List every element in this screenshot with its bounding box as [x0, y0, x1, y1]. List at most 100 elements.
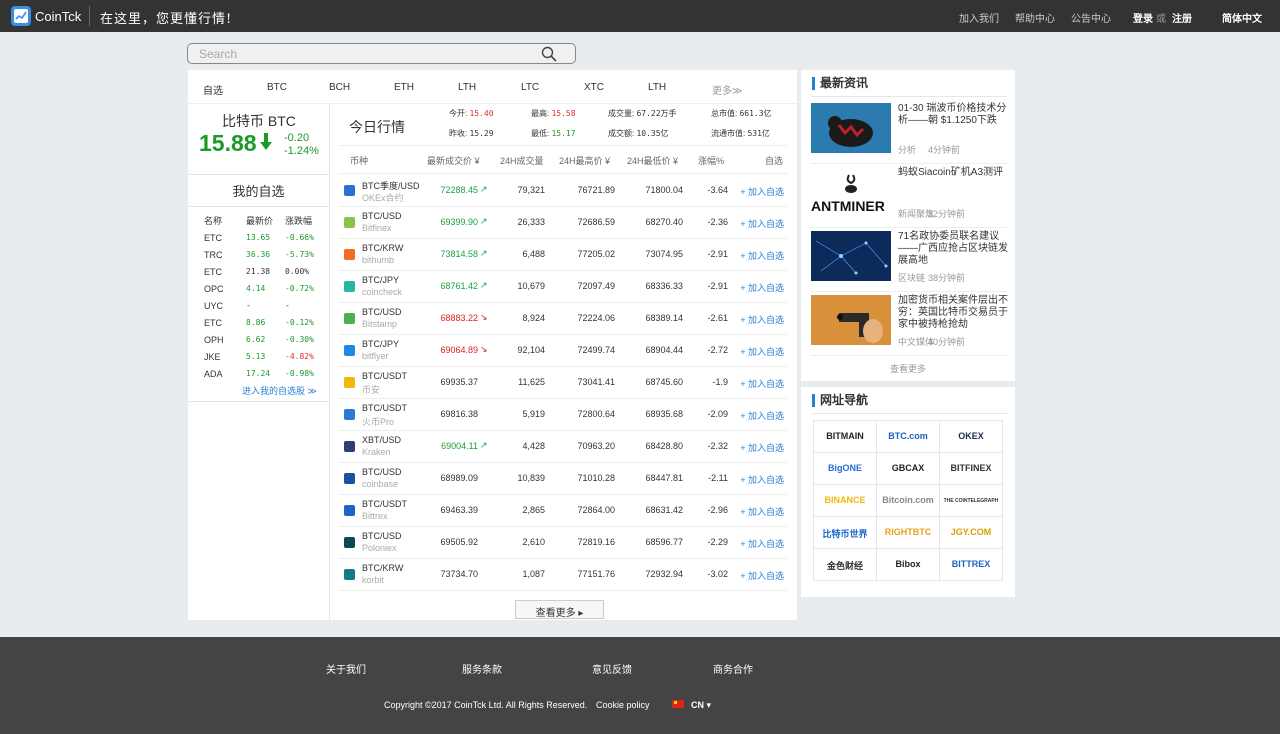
th-high[interactable]: 24H最高价 ¥ [559, 154, 610, 167]
tab-lth[interactable]: LTH [458, 82, 476, 93]
market-row[interactable]: BTC/USD Bitfinex 69399.90 ↗ 26,333 72686.59 68… [338, 207, 788, 239]
add-favorite-button[interactable]: + 加入自选 [740, 185, 784, 198]
trading-pair[interactable]: BTC/USD [362, 307, 402, 317]
footer-feedback-link[interactable]: 意见反馈 [592, 661, 632, 676]
th-low[interactable]: 24H最低价 ¥ [627, 154, 678, 167]
my-watchlist-link[interactable]: 进入我的自选股 ≫ [242, 384, 317, 397]
trading-pair[interactable]: BTC/USD [362, 211, 402, 221]
watch-row[interactable]: ETC 13.65 -0.66% [188, 233, 329, 250]
footer-language-select[interactable]: CN ▾ [691, 700, 711, 711]
trading-pair[interactable]: BTC/USDT [362, 499, 407, 509]
tab-eth[interactable]: ETH [394, 82, 414, 93]
tab-ltc[interactable]: LTC [521, 82, 539, 93]
market-row[interactable]: BTC/USD Poloniex 69505.92 2,610 72819.16 6859… [338, 527, 788, 559]
search-input[interactable]: Search [199, 47, 237, 61]
watch-row[interactable]: ETC 8.86 -0.12% [188, 318, 329, 335]
tab-lth-2[interactable]: LTH [648, 82, 666, 93]
add-favorite-button[interactable]: + 加入自选 [740, 505, 784, 518]
cookie-policy-link[interactable]: Cookie policy [596, 700, 650, 710]
market-row[interactable]: XBT/USD Kraken 69004.11 ↗ 4,428 70963.20 68428… [338, 431, 788, 463]
footer-terms-link[interactable]: 服务条款 [462, 661, 502, 676]
exchange-site-link[interactable]: THE COINTELEGRAPH [940, 485, 1003, 517]
trading-pair[interactable]: XBT/USD [362, 435, 401, 445]
exchange-site-link[interactable]: BINANCE [814, 485, 877, 517]
exchange-site-link[interactable]: RIGHTBTC [877, 517, 940, 549]
add-favorite-button[interactable]: + 加入自选 [740, 409, 784, 422]
search-bar[interactable]: Search [187, 43, 576, 64]
market-row[interactable]: BTC/USDT Bittrex 69463.39 2,865 72864.00 6863… [338, 495, 788, 527]
news-more-link[interactable]: 查看更多 [801, 362, 1015, 375]
footer-about-link[interactable]: 关于我们 [326, 661, 366, 676]
exchange-site-link[interactable]: Bibox [877, 549, 940, 581]
market-row[interactable]: BTC/JPY bitflyer 69064.89 ↘ 92,104 72499.74 68… [338, 335, 788, 367]
tab-more[interactable]: 更多≫ [712, 82, 742, 97]
trading-pair[interactable]: BTC/USDT [362, 371, 407, 381]
th-last-price[interactable]: 最新成交价 ¥ [427, 154, 480, 167]
watch-row[interactable]: OPH 6.62 -0.30% [188, 335, 329, 352]
watch-row[interactable]: JKE 5.13 -4.82% [188, 352, 329, 369]
exchange-site-link[interactable]: GBCAX [877, 453, 940, 485]
watch-row[interactable]: TRC 36.36 -5.73% [188, 250, 329, 267]
add-favorite-button[interactable]: + 加入自选 [740, 281, 784, 294]
add-favorite-button[interactable]: + 加入自选 [740, 377, 784, 390]
exchange-site-link[interactable]: BigONE [814, 453, 877, 485]
exchange-site-link[interactable]: 金色财经 [814, 549, 877, 581]
add-favorite-button[interactable]: + 加入自选 [740, 537, 784, 550]
nav-announcements[interactable]: 公告中心 [1071, 10, 1111, 25]
market-row[interactable]: BTC/KRW korbit 73734.70 1,087 77151.76 72932.… [338, 559, 788, 591]
news-headline[interactable]: 71名政协委员联名建议——广西应抢占区块链发展高地 [898, 231, 1008, 267]
th-volume[interactable]: 24H成交量 [500, 154, 544, 167]
tab-bch[interactable]: BCH [329, 82, 350, 93]
market-row[interactable]: BTC/USDT 火币Pro 69816.38 5,919 72800.64 68935.… [338, 399, 788, 431]
market-row[interactable]: BTC/USD coinbase 68989.09 10,839 71010.28 684… [338, 463, 788, 495]
th-change[interactable]: 涨幅% [698, 154, 724, 167]
add-favorite-button[interactable]: + 加入自选 [740, 313, 784, 326]
exchange-site-link[interactable]: BITFINEX [940, 453, 1003, 485]
watch-row[interactable]: OPC 4.14 -0.72% [188, 284, 329, 301]
news-item[interactable]: 71名政协委员联名建议——广西应抢占区块链发展高地 区块链 38分钟前 [811, 228, 1008, 292]
nav-help-center[interactable]: 帮助中心 [1015, 10, 1055, 25]
add-favorite-button[interactable]: + 加入自选 [740, 441, 784, 454]
exchange-site-link[interactable]: BITMAIN [814, 421, 877, 453]
exchange-site-link[interactable]: BITTREX [940, 549, 1003, 581]
tab-xtc[interactable]: XTC [584, 82, 604, 93]
news-item[interactable]: 01-30 瑞波币价格技术分析——朝 $1.1250下跌 分析 4分钟前 [811, 100, 1007, 164]
news-item[interactable]: ANTMINER 蚂蚁Siacoin矿机A3测评 新闻聚焦 32分钟前 [811, 164, 1007, 228]
add-favorite-button[interactable]: + 加入自选 [740, 249, 784, 262]
trading-pair[interactable]: BTC/JPY [362, 339, 399, 349]
add-favorite-button[interactable]: + 加入自选 [740, 473, 784, 486]
market-row[interactable]: BTC/USDT 币安 69935.37 11,625 73041.41 68745.60… [338, 367, 788, 399]
watch-row[interactable]: UYC - - [188, 301, 329, 318]
exchange-site-link[interactable]: JGY.COM [940, 517, 1003, 549]
nav-join-us[interactable]: 加入我们 [959, 10, 999, 25]
add-favorite-button[interactable]: + 加入自选 [740, 345, 784, 358]
trading-pair[interactable]: BTC/USD [362, 531, 402, 541]
news-headline[interactable]: 蚂蚁Siacoin矿机A3测评 [898, 167, 1008, 179]
exchange-site-link[interactable]: OKEX [940, 421, 1003, 453]
trading-pair[interactable]: BTC/KRW [362, 243, 403, 253]
exchange-site-link[interactable]: 比特币世界 [814, 517, 877, 549]
trading-pair[interactable]: BTC/KRW [362, 563, 403, 573]
market-row[interactable]: BTC/JPY coincheck 68761.42 ↗ 10,679 72097.49 6… [338, 271, 788, 303]
footer-business-link[interactable]: 商务合作 [713, 661, 753, 676]
tab-btc[interactable]: BTC [267, 82, 287, 93]
news-headline[interactable]: 加密货币相关案件层出不穷：英国比特币交易员于家中被持枪抢劫 [898, 295, 1008, 331]
trading-pair[interactable]: BTC/USD [362, 467, 402, 477]
register-link[interactable]: 注册 [1172, 10, 1192, 25]
market-row[interactable]: BTC/KRW bithumb 73814.58 ↗ 6,488 77205.02 7307… [338, 239, 788, 271]
language-select[interactable]: 简体中文 [1222, 10, 1262, 25]
add-favorite-button[interactable]: + 加入自选 [740, 569, 784, 582]
watch-row[interactable]: ETC 21.38 0.00% [188, 267, 329, 284]
trading-pair[interactable]: BTC/JPY [362, 275, 399, 285]
see-more-button[interactable]: 查看更多 ▸ [515, 600, 604, 619]
search-icon[interactable] [541, 46, 557, 65]
exchange-site-link[interactable]: BTC.com [877, 421, 940, 453]
login-link[interactable]: 登录 [1133, 10, 1153, 25]
market-row[interactable]: BTC季度/USD OKEx合约 72288.45 ↗ 79,321 76721.89 71… [338, 175, 788, 207]
tab-favorites[interactable]: 自选 [203, 82, 223, 97]
add-favorite-button[interactable]: + 加入自选 [740, 217, 784, 230]
news-item[interactable]: 加密货币相关案件层出不穷：英国比特币交易员于家中被持枪抢劫 中文媒体 40分钟前 [811, 292, 1008, 356]
trading-pair[interactable]: BTC/USDT [362, 403, 407, 413]
news-headline[interactable]: 01-30 瑞波币价格技术分析——朝 $1.1250下跌 [898, 103, 1008, 127]
exchange-site-link[interactable]: Bitcoin.com [877, 485, 940, 517]
